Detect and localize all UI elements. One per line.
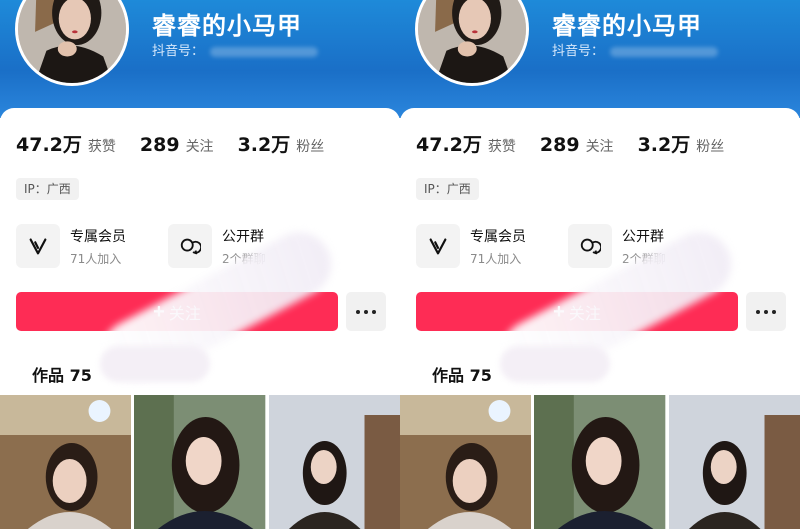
- profile-header: 睿睿的小马甲 抖音号：: [400, 0, 800, 118]
- screenshot: 睿睿的小马甲 抖音号： 47.2万 获赞 289 关注 3.2万 粉丝 IP：广…: [0, 0, 800, 529]
- blur-overlay-works: [100, 346, 210, 382]
- video-thumbnail[interactable]: [0, 395, 132, 529]
- stat-followers[interactable]: 3.2万 粉丝: [238, 130, 325, 157]
- video-thumbnail[interactable]: [668, 395, 800, 529]
- avatar[interactable]: [415, 0, 529, 86]
- profile-name: 睿睿的小马甲: [552, 12, 702, 40]
- stat-likes[interactable]: 47.2万 获赞: [16, 130, 116, 157]
- more-icon[interactable]: [746, 292, 786, 331]
- feature-vip-subtitle: 71人加入: [470, 251, 522, 266]
- profile-name: 睿睿的小马甲: [152, 12, 302, 40]
- stat-following[interactable]: 289 关注: [140, 134, 214, 156]
- feature-group-title: 公开群: [222, 228, 264, 245]
- vip-icon: [416, 224, 460, 268]
- profile-sheet: 47.2万 获赞 289 关注 3.2万 粉丝 IP：广西 专属会员 71人加入…: [400, 108, 800, 529]
- feature-vip-title: 专属会员: [70, 228, 126, 245]
- feature-group-subtitle: 2个群聊: [222, 251, 266, 266]
- vip-icon: [16, 224, 60, 268]
- video-thumbnail[interactable]: [534, 395, 666, 529]
- video-thumbnail[interactable]: [268, 395, 400, 529]
- douyin-id: 抖音号：: [152, 40, 319, 59]
- stat-following-label: 关注: [585, 139, 614, 155]
- stat-likes[interactable]: 47.2万 获赞: [416, 130, 516, 157]
- feature-group[interactable]: 公开群 2个群聊: [168, 224, 266, 268]
- feature-group[interactable]: 公开群 2个群聊: [568, 224, 666, 268]
- stat-followers-label: 粉丝: [696, 139, 725, 155]
- feature-vip-title: 专属会员: [470, 228, 526, 245]
- stat-following[interactable]: 289 关注: [540, 134, 614, 156]
- stat-likes-label: 获赞: [87, 139, 116, 155]
- feature-vip-subtitle: 71人加入: [70, 251, 122, 266]
- ip-tag: IP：广西: [416, 178, 479, 200]
- plus-icon: +: [153, 300, 165, 323]
- douyin-id-redacted: [210, 46, 319, 57]
- profile-sheet: 47.2万 获赞 289 关注 3.2万 粉丝 IP：广西 专属会员 71人加入…: [0, 108, 400, 529]
- stat-following-label: 关注: [185, 139, 214, 155]
- feature-vip[interactable]: 专属会员 71人加入: [16, 224, 126, 268]
- group-chat-icon: [568, 224, 612, 268]
- stats-row: 47.2万 获赞 289 关注 3.2万 粉丝: [16, 130, 324, 157]
- douyin-id: 抖音号：: [552, 40, 719, 59]
- stat-likes-label: 获赞: [487, 139, 516, 155]
- ip-tag: IP：广西: [16, 178, 79, 200]
- works-tab[interactable]: 作品 75: [32, 362, 92, 386]
- video-thumbnail[interactable]: [134, 395, 266, 529]
- group-chat-icon: [168, 224, 212, 268]
- follow-button[interactable]: + 关注: [16, 292, 338, 331]
- plus-icon: +: [553, 300, 565, 323]
- feature-vip[interactable]: 专属会员 71人加入: [416, 224, 526, 268]
- feature-group-title: 公开群: [622, 228, 664, 245]
- follow-button[interactable]: + 关注: [416, 292, 738, 331]
- stat-following-value: 289: [139, 134, 180, 156]
- more-icon[interactable]: [346, 292, 386, 331]
- stats-row: 47.2万 获赞 289 关注 3.2万 粉丝: [416, 130, 724, 157]
- works-tab[interactable]: 作品 75: [432, 362, 492, 386]
- avatar[interactable]: [15, 0, 129, 86]
- stat-followers-value: 3.2万: [237, 134, 291, 156]
- stat-followers-label: 粉丝: [296, 139, 325, 155]
- blur-overlay-works: [500, 346, 610, 382]
- video-grid: [400, 395, 800, 529]
- douyin-id-label: 抖音号：: [152, 44, 205, 59]
- douyin-id-redacted: [610, 46, 719, 57]
- douyin-id-label: 抖音号：: [552, 44, 605, 59]
- profile-panel: 睿睿的小马甲 抖音号： 47.2万 获赞 289 关注 3.2万 粉丝 IP：广…: [400, 0, 800, 529]
- stat-likes-value: 47.2万: [16, 134, 82, 156]
- profile-header: 睿睿的小马甲 抖音号：: [0, 0, 400, 118]
- stat-followers[interactable]: 3.2万 粉丝: [638, 130, 725, 157]
- profile-panel: 睿睿的小马甲 抖音号： 47.2万 获赞 289 关注 3.2万 粉丝 IP：广…: [0, 0, 400, 529]
- stat-likes-value: 47.2万: [416, 134, 482, 156]
- stat-following-value: 289: [539, 134, 580, 156]
- follow-button-label: 关注: [168, 305, 201, 323]
- video-thumbnail[interactable]: [400, 395, 532, 529]
- stat-followers-value: 3.2万: [637, 134, 691, 156]
- video-grid: [0, 395, 400, 529]
- feature-group-subtitle: 2个群聊: [622, 251, 666, 266]
- follow-button-label: 关注: [568, 305, 601, 323]
